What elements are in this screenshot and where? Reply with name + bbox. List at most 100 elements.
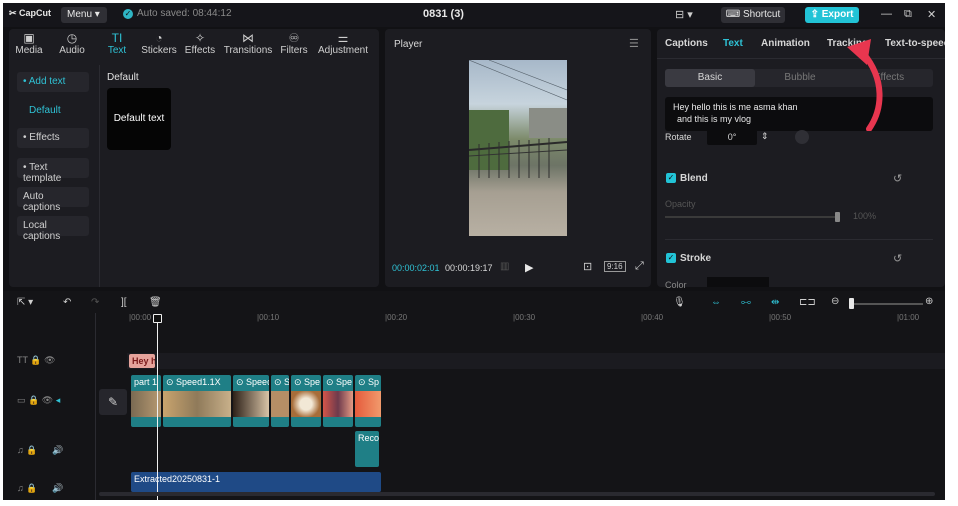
text-track-icon: TT [17, 355, 28, 365]
tab-transitions[interactable]: ⋈ Transitions [221, 31, 275, 56]
undo-icon[interactable]: ↶ [63, 297, 71, 308]
extracted-audio-clip[interactable]: Extracted20250831-1 [131, 472, 381, 492]
video-clip[interactable]: ⊙ Sp [355, 375, 381, 427]
rotate-stepper-icon[interactable]: ⇕ [761, 131, 769, 142]
export-button[interactable]: ⇪ Export [805, 7, 859, 23]
mute-icon[interactable]: ◂ [56, 395, 61, 405]
tab-captions[interactable]: Captions [665, 38, 708, 49]
cover-edit-button[interactable]: ✎ [99, 389, 127, 415]
player-menu-icon[interactable]: ☰ [629, 37, 639, 50]
stroke-label: Stroke [680, 253, 712, 264]
auto-snap-icon[interactable]: ⇹ [771, 297, 779, 308]
eye-icon[interactable]: 👁 [42, 395, 53, 405]
stroke-checkbox[interactable]: ✓ [666, 253, 676, 263]
red-arrow-annotation [847, 39, 883, 131]
preview-axis-icon[interactable]: ⊏⊐ [799, 297, 816, 308]
project-title: 0831 (3) [423, 8, 464, 20]
zoom-slider-handle[interactable] [849, 298, 854, 309]
ratio-button[interactable]: 9:16 [604, 261, 626, 272]
video-preview[interactable] [469, 60, 567, 236]
effects-button[interactable]: • Effects [17, 128, 89, 148]
zoom-slider[interactable] [849, 303, 923, 305]
audio-clip[interactable]: Reco [355, 431, 379, 467]
color-picker[interactable] [707, 277, 769, 287]
rotate-knob[interactable] [795, 130, 809, 144]
split-icon[interactable]: ][ [121, 297, 127, 308]
speed-check-icon: ⊙ [236, 377, 247, 387]
video-clip[interactable]: ⊙ Spe [323, 375, 353, 427]
play-icon[interactable]: ▶ [525, 261, 533, 274]
opacity-slider[interactable] [665, 216, 837, 218]
volume-icon[interactable]: 🔊 [52, 483, 63, 493]
video-clip[interactable]: ⊙ Spe [291, 375, 321, 427]
audio-track-header: ♫ 🔒 🔊 [17, 445, 63, 456]
redo-icon[interactable]: ↷ [91, 297, 99, 308]
clip-thumbnail [233, 391, 269, 417]
timeline-scrollbar[interactable] [99, 492, 935, 496]
volume-icon[interactable]: 🔊 [52, 445, 63, 455]
video-track-icon: ▭ [17, 395, 26, 405]
auto-captions-button[interactable]: Auto captions [17, 187, 89, 213]
clip-thumbnail [323, 391, 353, 417]
timeline-ruler[interactable]: |00:00 |00:10 |00:20 |00:30 |00:40 |00:5… [95, 313, 945, 327]
playhead-handle[interactable] [153, 314, 162, 323]
expand-icon[interactable]: ⤢ [635, 260, 644, 273]
eye-icon[interactable]: 👁 [44, 355, 55, 365]
clip-thumbnail [291, 391, 321, 417]
rotate-input[interactable]: 0° [707, 129, 757, 145]
zoom-out-icon[interactable]: ⊖ [831, 296, 839, 307]
color-label: Color [665, 280, 687, 290]
magnet-icon[interactable]: ⧟ [741, 297, 751, 308]
opacity-value: 100% [853, 211, 877, 221]
reset-icon[interactable]: ↺ [893, 172, 902, 185]
tab-media[interactable]: ▣ Media [13, 31, 45, 56]
keyboard-icon: ⌨ [725, 9, 743, 20]
tab-effects[interactable]: ✧ Effects [183, 31, 217, 56]
tab-animation[interactable]: Animation [761, 38, 810, 49]
lock-icon[interactable]: 🔒 [26, 483, 37, 493]
tab-adjustment[interactable]: ⚌ Adjustment [315, 31, 371, 56]
shortcut-button[interactable]: ⌨ Shortcut [721, 7, 785, 23]
text-template-button[interactable]: • Text template [17, 158, 89, 184]
tab-text-to-speech[interactable]: Text-to-speech [885, 38, 945, 49]
subtab-bubble[interactable]: Bubble [755, 69, 845, 87]
local-captions-button[interactable]: Local captions [17, 216, 89, 242]
default-text-card[interactable]: Default text [107, 88, 171, 150]
minimize-icon[interactable]: — [881, 8, 892, 20]
tab-audio[interactable]: ◷ Audio [55, 31, 89, 56]
opacity-slider-handle[interactable] [835, 212, 840, 222]
video-clip[interactable]: ⊙ Speed1.1X [163, 375, 231, 427]
menu-button[interactable]: Menu ▾ [61, 7, 107, 23]
text-clip[interactable]: Hey h [129, 354, 155, 368]
playhead[interactable] [157, 317, 158, 500]
adjustment-icon: ⚌ [337, 31, 349, 45]
player-title: Player [394, 39, 423, 50]
tab-filters[interactable]: ♾ Filters [277, 31, 311, 56]
check-icon: ✓ [123, 8, 133, 19]
lock-icon[interactable]: 🔒 [28, 395, 39, 405]
add-text-button[interactable]: • Add text [17, 72, 89, 92]
link-clips-icon[interactable]: ⇔ [711, 297, 721, 308]
layout-icon[interactable]: ⊟ ▾ [675, 8, 693, 21]
lock-icon[interactable]: 🔒 [26, 445, 37, 455]
tab-text[interactable]: TI Text [103, 31, 131, 56]
stroke-reset-icon[interactable]: ↺ [893, 252, 902, 265]
zoom-in-icon[interactable]: ⊕ [925, 296, 933, 307]
tab-stickers[interactable]: ◔ Stickers [137, 31, 181, 56]
video-clip[interactable]: ⊙ Speed [233, 375, 269, 427]
lock-icon[interactable]: 🔒 [30, 355, 41, 365]
close-icon[interactable]: ✕ [927, 8, 936, 21]
blend-checkbox[interactable]: ✓ [666, 173, 676, 183]
video-clip[interactable]: ⊙ S [271, 375, 289, 427]
subtab-basic[interactable]: Basic [665, 69, 755, 87]
tab-text-props[interactable]: Text [723, 38, 743, 49]
delete-icon[interactable]: 🗑 [149, 297, 162, 308]
microphone-icon[interactable]: 🎙 [673, 297, 686, 308]
default-link[interactable]: Default [29, 105, 61, 116]
text-content-box[interactable]: Hey hello this is me asma khan and this … [665, 97, 933, 131]
maximize-icon[interactable]: ⧉ [904, 8, 912, 21]
speed-check-icon: ⊙ [294, 377, 305, 387]
select-cursor-icon[interactable]: ⇱ ▾ [17, 297, 33, 308]
fullscreen-crop-icon[interactable]: ⊡ [583, 260, 592, 273]
current-time: 00:00:02:01 [392, 263, 440, 273]
